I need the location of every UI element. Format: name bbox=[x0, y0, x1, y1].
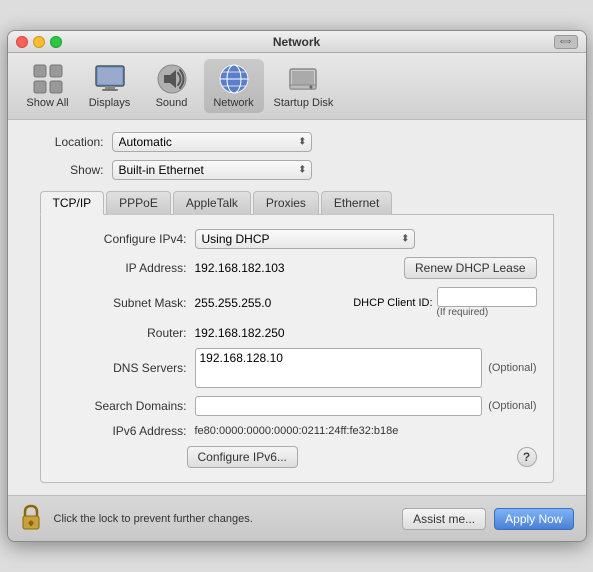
dns-servers-label: DNS Servers: bbox=[57, 361, 187, 375]
tab-appletalk[interactable]: AppleTalk bbox=[173, 191, 251, 215]
assist-me-button[interactable]: Assist me... bbox=[402, 508, 486, 530]
window-title: Network bbox=[273, 35, 320, 49]
configure-ipv4-row: Configure IPv4: Using DHCP Manually Usin… bbox=[57, 229, 537, 249]
tab-pppoe[interactable]: PPPoE bbox=[106, 191, 171, 215]
tab-tcp-ip[interactable]: TCP/IP bbox=[40, 191, 105, 215]
toolbar-item-show-all[interactable]: Show All bbox=[18, 59, 78, 113]
apply-now-button[interactable]: Apply Now bbox=[494, 508, 573, 530]
ip-address-value: 192.168.182.103 bbox=[195, 261, 404, 275]
dhcp-client-id-wrapper: (If required) bbox=[437, 287, 537, 318]
dhcp-client-id-note: (If required) bbox=[437, 307, 489, 318]
tab-proxies[interactable]: Proxies bbox=[253, 191, 319, 215]
bottom-buttons: Assist me... Apply Now bbox=[402, 508, 573, 530]
dns-servers-input[interactable]: 192.168.128.10 bbox=[195, 348, 483, 388]
show-select-wrapper: Built-in Ethernet Airport Bluetooth ⬍ bbox=[112, 160, 312, 180]
help-button[interactable]: ? bbox=[517, 447, 537, 467]
subnet-mask-value: 255.255.255.0 bbox=[195, 296, 354, 310]
dns-servers-optional: (Optional) bbox=[488, 362, 536, 374]
tab-panel: Configure IPv4: Using DHCP Manually Usin… bbox=[40, 215, 554, 483]
minimize-button[interactable] bbox=[33, 36, 45, 48]
sound-label: Sound bbox=[156, 97, 188, 109]
sound-icon bbox=[156, 63, 188, 95]
show-select[interactable]: Built-in Ethernet Airport Bluetooth bbox=[112, 160, 312, 180]
tab-ethernet[interactable]: Ethernet bbox=[321, 191, 392, 215]
tabs-bar: TCP/IP PPPoE AppleTalk Proxies Ethernet bbox=[40, 190, 554, 215]
location-select[interactable]: Automatic Edit Locations... bbox=[112, 132, 312, 152]
search-domains-optional: (Optional) bbox=[488, 400, 536, 412]
title-bar: Network ⟺ bbox=[8, 31, 586, 53]
close-button[interactable] bbox=[16, 36, 28, 48]
content-area: Location: Automatic Edit Locations... ⬍ … bbox=[8, 120, 586, 495]
location-select-wrapper: Automatic Edit Locations... ⬍ bbox=[112, 132, 312, 152]
bottom-bar: Click the lock to prevent further change… bbox=[8, 495, 586, 541]
toolbar-item-sound[interactable]: Sound bbox=[142, 59, 202, 113]
configure-ipv4-select[interactable]: Using DHCP Manually Using DHCP with manu… bbox=[195, 229, 415, 249]
location-label: Location: bbox=[24, 135, 104, 149]
ipv6-address-row: IPv6 Address: fe80:0000:0000:0000:0211:2… bbox=[57, 424, 537, 438]
toolbar-item-network[interactable]: Network bbox=[204, 59, 264, 113]
ip-address-label: IP Address: bbox=[57, 261, 187, 275]
dhcp-client-id-label: DHCP Client ID: bbox=[353, 297, 432, 309]
window-controls bbox=[16, 36, 62, 48]
show-label: Show: bbox=[24, 163, 104, 177]
startup-disk-label: Startup Disk bbox=[274, 97, 334, 109]
dhcp-client-id-group: DHCP Client ID: (If required) bbox=[353, 287, 536, 318]
toolbar-item-displays[interactable]: Displays bbox=[80, 59, 140, 113]
maximize-button[interactable] bbox=[50, 36, 62, 48]
location-row: Location: Automatic Edit Locations... ⬍ bbox=[24, 132, 570, 152]
configure-ipv4-label: Configure IPv4: bbox=[57, 232, 187, 246]
dns-servers-row: DNS Servers: 192.168.128.10 (Optional) bbox=[57, 348, 537, 388]
search-domains-label: Search Domains: bbox=[57, 399, 187, 413]
displays-icon bbox=[94, 63, 126, 95]
search-domains-row: Search Domains: (Optional) bbox=[57, 396, 537, 416]
configure-ipv4-select-wrapper: Using DHCP Manually Using DHCP with manu… bbox=[195, 229, 415, 249]
network-icon bbox=[218, 63, 250, 95]
router-label: Router: bbox=[57, 326, 187, 340]
ipv6-address-label: IPv6 Address: bbox=[57, 424, 187, 438]
lock-text: Click the lock to prevent further change… bbox=[54, 513, 395, 525]
show-all-icon bbox=[32, 63, 64, 95]
dhcp-client-id-input[interactable] bbox=[437, 287, 537, 307]
ip-address-row: IP Address: 192.168.182.103 Renew DHCP L… bbox=[57, 257, 537, 279]
router-row: Router: 192.168.182.250 bbox=[57, 326, 537, 340]
main-window: Network ⟺ Show All bbox=[7, 30, 587, 542]
ipv6-address-value: fe80:0000:0000:0000:0211:24ff:fe32:b18e bbox=[195, 425, 399, 437]
startup-disk-icon bbox=[287, 63, 319, 95]
lock-icon[interactable] bbox=[20, 504, 42, 533]
scroll-indicator: ⟺ bbox=[554, 35, 578, 49]
subnet-mask-row: Subnet Mask: 255.255.255.0 DHCP Client I… bbox=[57, 287, 537, 318]
configure-ipv6-button[interactable]: Configure IPv6... bbox=[187, 446, 298, 468]
search-domains-input[interactable] bbox=[195, 396, 483, 416]
toolbar: Show All Displays bbox=[8, 53, 586, 120]
show-row: Show: Built-in Ethernet Airport Bluetoot… bbox=[24, 160, 570, 180]
subnet-mask-label: Subnet Mask: bbox=[57, 296, 187, 310]
toolbar-item-startup-disk[interactable]: Startup Disk bbox=[266, 59, 342, 113]
router-value: 192.168.182.250 bbox=[195, 326, 285, 340]
ipv6-actions-row: Configure IPv6... ? bbox=[57, 446, 537, 468]
displays-label: Displays bbox=[89, 97, 131, 109]
renew-dhcp-button[interactable]: Renew DHCP Lease bbox=[404, 257, 537, 279]
network-label: Network bbox=[213, 97, 253, 109]
show-all-label: Show All bbox=[26, 97, 68, 109]
